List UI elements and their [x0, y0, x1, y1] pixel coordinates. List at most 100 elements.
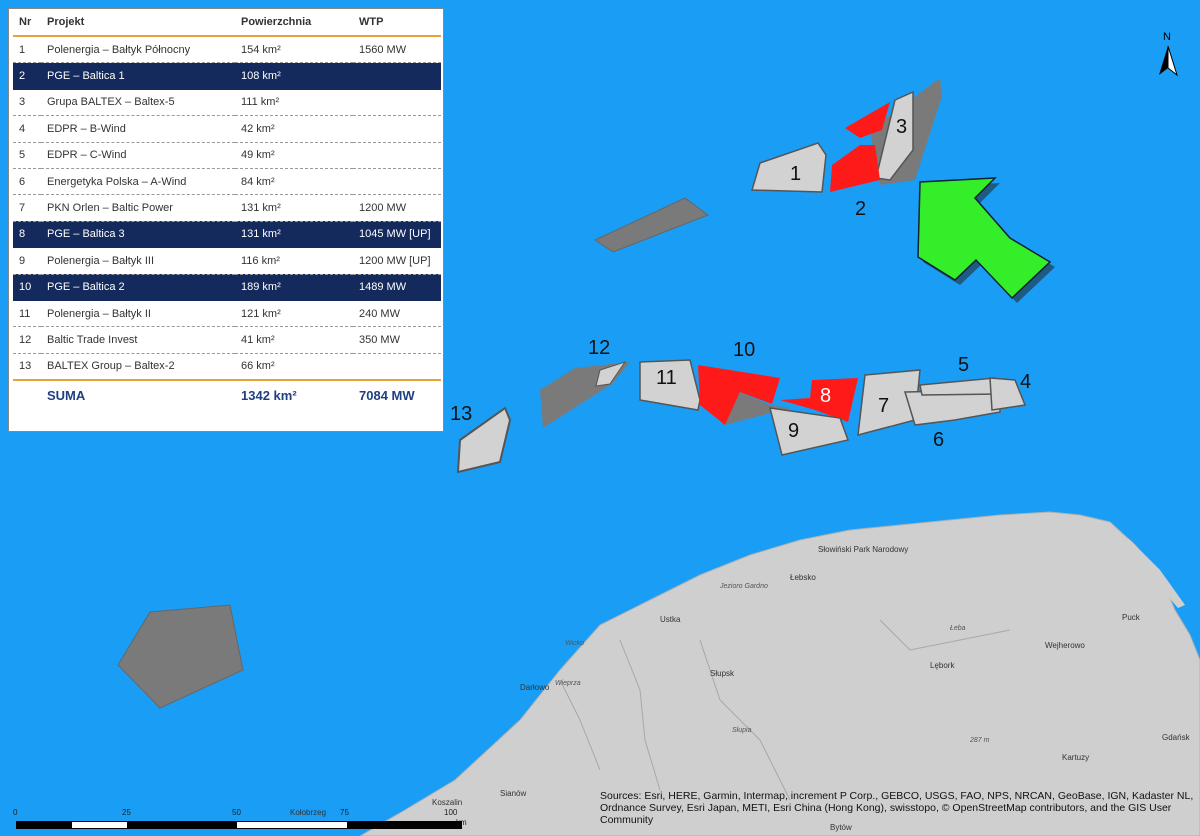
town-gardno: Jezioro Gardno — [719, 583, 768, 590]
cell-nr: 10 — [13, 274, 41, 301]
cell-area: 111 km² — [235, 89, 353, 117]
cell-area: 116 km² — [235, 247, 353, 275]
zone-label-1: 1 — [790, 163, 801, 185]
town-slowinski: Słowiński Park Narodowy — [818, 545, 908, 554]
header-nr: Nr — [13, 9, 41, 37]
table-row: 9 Polenergia – Bałtyk III 116 km² 1200 MW [… — [13, 247, 441, 275]
scale-bar: 0 25 50 75 100 km — [10, 808, 470, 834]
zone-label-11: 11 — [656, 367, 677, 389]
town-lebsko: Łebsko — [790, 573, 816, 582]
zone-label-3: 3 — [896, 116, 907, 138]
zone-label-4: 4 — [1020, 371, 1031, 393]
cell-power — [353, 89, 441, 117]
cell-nr: 6 — [13, 168, 41, 196]
cell-area: 49 km² — [235, 142, 353, 169]
town-ustka: Ustka — [660, 615, 681, 624]
town-gdansk: Gdańsk — [1162, 733, 1191, 742]
cell-power: 240 MW — [353, 300, 441, 328]
cell-power: 1200 MW [UP] — [353, 247, 441, 275]
town-wieprza: Wieprza — [555, 680, 581, 687]
sum-row: SUMA 1342 km² 7084 MW — [13, 379, 441, 410]
header-project: Projekt — [41, 9, 235, 37]
town-slupia: Słupia — [732, 727, 752, 734]
cell-project: EDPR – B-Wind — [41, 115, 235, 143]
cell-project: Energetyka Polska – A-Wind — [41, 168, 235, 196]
cell-nr: 12 — [13, 326, 41, 354]
sum-power: 7084 MW — [353, 379, 441, 410]
cell-nr: 4 — [13, 115, 41, 143]
cell-area: 121 km² — [235, 300, 353, 328]
cell-project: BALTEX Group – Baltex-2 — [41, 353, 235, 381]
cell-power: 1560 MW — [353, 36, 441, 64]
town-kartuzy: Kartuzy — [1062, 753, 1089, 762]
table-row: 8 PGE – Baltica 3 131 km² 1045 MW [UP] — [13, 221, 441, 249]
cell-project: Polenergia – Bałtyk Północny — [41, 36, 235, 64]
project-table: Nr Projekt Powierzchnia WTP 1 Polenergia … — [13, 9, 441, 410]
scale-tick-75: 75 — [340, 808, 349, 817]
header-area: Powierzchnia — [235, 9, 353, 37]
cell-power — [353, 353, 441, 381]
cell-area: 84 km² — [235, 168, 353, 196]
table-row: 5 EDPR – C-Wind 49 km² — [13, 142, 441, 169]
sum-label: SUMA — [41, 379, 235, 410]
project-table-panel: Nr Projekt Powierzchnia WTP 1 Polenergia … — [8, 8, 444, 432]
cell-power: 1200 MW — [353, 194, 441, 222]
zone-label-5: 5 — [958, 354, 969, 376]
cell-project: PGE – Baltica 3 — [41, 221, 235, 249]
town-wicko: Wicko — [565, 640, 584, 647]
table-row: 11 Polenergia – Bałtyk II 121 km² 240 MW — [13, 300, 441, 328]
table-row: 1 Polenergia – Bałtyk Północny 154 km² 1560… — [13, 36, 441, 64]
zone-label-6: 6 — [933, 429, 944, 451]
cell-power: 1045 MW [UP] — [353, 221, 441, 249]
cell-power — [353, 142, 441, 169]
cell-nr: 1 — [13, 36, 41, 64]
cell-nr: 3 — [13, 89, 41, 117]
table-row: 3 Grupa BALTEX – Baltex-5 111 km² — [13, 89, 441, 117]
cell-project: PKN Orlen – Baltic Power — [41, 194, 235, 222]
cell-project: EDPR – C-Wind — [41, 142, 235, 169]
cell-power — [353, 115, 441, 143]
cell-project: Polenergia – Bałtyk II — [41, 300, 235, 328]
zone-label-2: 2 — [855, 198, 866, 220]
table-row: 6 Energetyka Polska – A-Wind 84 km² — [13, 168, 441, 196]
cell-nr: 5 — [13, 142, 41, 169]
town-wejherowo: Wejherowo — [1045, 641, 1085, 650]
scale-tick-100: 100 — [444, 808, 458, 817]
cell-area: 189 km² — [235, 274, 353, 301]
zone-label-8: 8 — [820, 385, 831, 407]
attribution-text: Sources: Esri, HERE, Garmin, Intermap, i… — [600, 790, 1194, 826]
cell-nr: 9 — [13, 247, 41, 275]
north-label: N — [1163, 31, 1171, 43]
cell-nr: 2 — [13, 62, 41, 90]
scale-tick-25: 25 — [122, 808, 131, 817]
table-row: 13 BALTEX Group – Baltex-2 66 km² — [13, 353, 441, 381]
town-lebork: Lębork — [930, 661, 955, 670]
cell-project: Baltic Trade Invest — [41, 326, 235, 354]
table-row: 4 EDPR – B-Wind 42 km² — [13, 115, 441, 143]
table-header-row: Nr Projekt Powierzchnia WTP — [13, 9, 441, 37]
town-sianow: Sianów — [500, 789, 526, 798]
cell-project: PGE – Baltica 2 — [41, 274, 235, 301]
town-leba: Łeba — [950, 625, 966, 632]
zone-label-12: 12 — [588, 337, 610, 359]
table-body: 1 Polenergia – Bałtyk Północny 154 km² 1560… — [13, 36, 441, 381]
town-slupsk: Słupsk — [710, 669, 735, 678]
table-row: 12 Baltic Trade Invest 41 km² 350 MW — [13, 326, 441, 354]
table-row: 10 PGE – Baltica 2 189 km² 1489 MW — [13, 274, 441, 301]
scale-tick-0: 0 — [13, 808, 18, 817]
zone-label-13: 13 — [450, 403, 472, 425]
cell-project: PGE – Baltica 1 — [41, 62, 235, 90]
cell-nr: 7 — [13, 194, 41, 222]
cell-area: 108 km² — [235, 62, 353, 90]
cell-nr: 11 — [13, 300, 41, 328]
cell-power — [353, 62, 441, 90]
cell-power — [353, 168, 441, 196]
sum-area: 1342 km² — [235, 379, 353, 410]
elevation-label: 287 m — [969, 737, 990, 744]
cell-project: Polenergia – Bałtyk III — [41, 247, 235, 275]
table-row: 7 PKN Orlen – Baltic Power 131 km² 1200 MW — [13, 194, 441, 222]
cell-nr: 13 — [13, 353, 41, 381]
cell-area: 66 km² — [235, 353, 353, 381]
town-puck: Puck — [1122, 613, 1141, 622]
zone-label-7: 7 — [878, 395, 889, 417]
